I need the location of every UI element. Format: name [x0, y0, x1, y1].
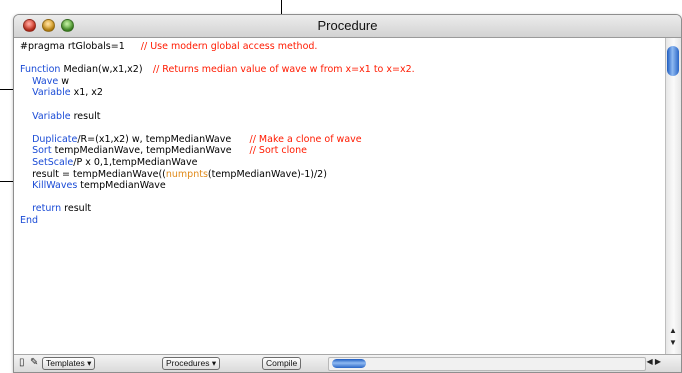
code-comment: // Sort clone [231, 145, 307, 157]
code-keyword: SetScale [20, 156, 74, 168]
code-keyword: Wave [20, 75, 59, 87]
code-line[interactable]: SetScale/P x 0,1,tempMedianWave [20, 157, 415, 169]
code-text: result [61, 203, 92, 215]
code-line[interactable]: Wave w [20, 76, 415, 88]
compile-button[interactable]: Compile [262, 357, 302, 370]
code-line[interactable] [20, 192, 415, 204]
callout-line-body [0, 181, 13, 182]
code-keyword: KillWaves [20, 180, 78, 192]
callout-line-top [281, 0, 282, 14]
code-line[interactable] [20, 122, 415, 134]
code-line[interactable]: #pragma rtGlobals=1 // Use modern global… [20, 41, 415, 53]
code-editor[interactable]: #pragma rtGlobals=1 // Use modern global… [14, 38, 666, 354]
document-icon[interactable]: ▯ [19, 357, 25, 368]
code-line[interactable]: End [20, 215, 415, 227]
code-line[interactable]: Variable result [20, 111, 415, 123]
bottom-toolbar: ▯ ✎ Templates ▾ Procedures ▾ Compile ◀ ▶ [14, 354, 681, 372]
callout-line-function [0, 89, 13, 90]
window-title: Procedure [317, 18, 378, 33]
horizontal-scroll-arrows-icon[interactable]: ◀ ▶ [646, 357, 661, 366]
procedure-code[interactable]: #pragma rtGlobals=1 // Use modern global… [20, 41, 415, 227]
code-line[interactable]: Duplicate/R=(x1,x2) w, tempMedianWave //… [20, 134, 415, 146]
code-keyword: Variable [20, 87, 71, 99]
procedure-window: Procedure #pragma rtGlobals=1 // Use mod… [13, 14, 682, 373]
code-line[interactable]: Function Median(w,x1,x2) // Returns medi… [20, 64, 415, 76]
code-line[interactable] [20, 99, 415, 111]
scroll-up-arrow-icon[interactable]: ▲ [669, 326, 677, 335]
vertical-scrollbar[interactable]: ▲ ▼ [665, 38, 681, 354]
code-text: x1, x2 [70, 87, 103, 99]
code-line[interactable]: Sort tempMedianWave, tempMedianWave // S… [20, 145, 415, 157]
code-keyword: return [20, 203, 62, 215]
code-text: tempMedianWave, tempMedianWave [51, 145, 232, 157]
code-keyword: Variable [20, 110, 71, 122]
code-keyword: Sort [20, 145, 52, 157]
code-line[interactable]: KillWaves tempMedianWave [20, 180, 415, 192]
code-text: result [70, 110, 101, 122]
templates-popup-button[interactable]: Templates ▾ [42, 357, 96, 370]
code-text: #pragma rtGlobals=1 [20, 41, 125, 52]
code-text: (tempMedianWave)-1)/2) [207, 168, 327, 180]
pencil-icon[interactable]: ✎ [30, 357, 38, 368]
code-keyword: Function [20, 64, 61, 76]
code-comment: // Use modern global access method. [124, 41, 318, 52]
code-text: tempMedianWave [77, 180, 166, 192]
code-text: Median(w,x1,x2) [60, 64, 143, 76]
vertical-scroll-thumb[interactable] [667, 46, 679, 76]
horizontal-scroll-thumb[interactable] [332, 359, 366, 368]
code-keyword: Duplicate [20, 133, 78, 145]
title-bar[interactable]: Procedure [14, 15, 681, 38]
code-line[interactable] [20, 53, 415, 65]
procedures-popup-button[interactable]: Procedures ▾ [162, 357, 221, 370]
horizontal-scrollbar[interactable] [328, 357, 646, 371]
code-line[interactable]: result = tempMedianWave((numpnts(tempMed… [20, 169, 415, 181]
scroll-down-arrow-icon[interactable]: ▼ [669, 338, 677, 347]
code-keyword: End [20, 214, 39, 226]
code-keyword: numpnts [165, 168, 208, 180]
code-comment: // Make a clone of wave [231, 133, 362, 145]
code-comment: // Returns median value of wave w from x… [142, 64, 415, 76]
code-text: w [58, 75, 69, 87]
code-line[interactable]: return result [20, 203, 415, 215]
code-text: /R=(x1,x2) w, tempMedianWave [77, 133, 232, 145]
code-text: result = tempMedianWave(( [20, 168, 166, 180]
code-line[interactable]: Variable x1, x2 [20, 87, 415, 99]
code-text: /P x 0,1,tempMedianWave [73, 156, 198, 168]
